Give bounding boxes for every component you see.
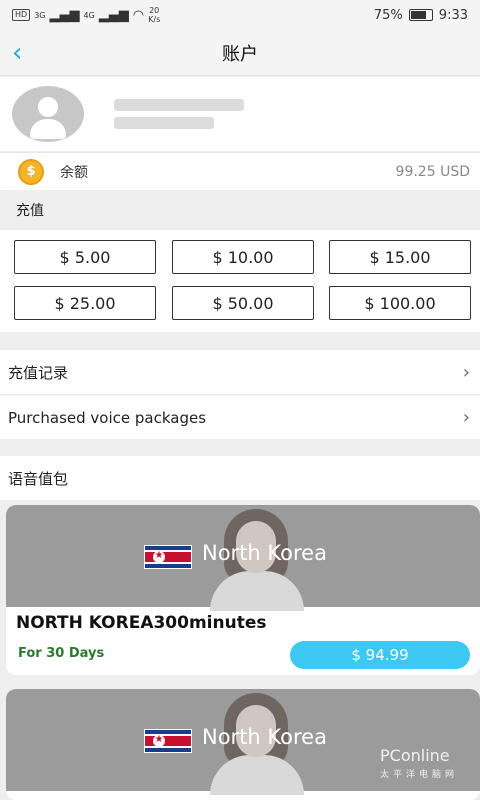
battery-icon (408, 9, 433, 21)
chevron-right-icon: › (462, 361, 470, 383)
balance-label: 余额 (60, 164, 88, 181)
balance-row: $ 余额 99.25 USD (0, 152, 480, 190)
recharge-grid: $ 5.00 $ 10.00 $ 15.00 $ 25.00 $ 50.00 $… (0, 230, 480, 332)
recharge-100-button[interactable]: $ 100.00 (329, 286, 471, 320)
buy-price-button[interactable]: $ 94.99 (290, 641, 470, 669)
packages-section-title: 语音值包 (0, 456, 480, 500)
profile-section (0, 77, 480, 151)
watermark-sub: 太平洋电脑网 (380, 770, 459, 780)
clock: 9:33 (438, 7, 468, 23)
battery-percent: 75% (373, 7, 403, 23)
watermark-brand: PConline (380, 746, 450, 765)
recharge-5-button[interactable]: $ 5.00 (14, 240, 156, 274)
status-right: 75% 9:33 (374, 8, 468, 23)
north-korea-flag-icon: ★ (144, 729, 192, 753)
pconline-watermark: PConline 太平洋电脑网 (380, 746, 458, 780)
package-banner: ★ North Korea (6, 505, 480, 611)
signal-bars-icon-2: ▂▄▆ (98, 7, 129, 23)
status-bar: HD 3G ▂▄▆ 4G ▂▄▆ ◠ 20 K/s 75% 9:33 (0, 0, 480, 30)
signal-bars-icon: ▂▄▆ (49, 7, 80, 23)
status-left: HD 3G ▂▄▆ 4G ▂▄▆ ◠ 20 K/s (12, 6, 160, 24)
menu-recharge-history[interactable]: 充值记录 › (0, 350, 480, 394)
north-korea-flag-icon: ★ (144, 545, 192, 569)
chevron-right-icon: › (462, 407, 470, 428)
nav-bar: ‹ 账户 (0, 30, 480, 76)
package-country: North Korea (202, 541, 327, 565)
package-name: NORTH KOREA300minutes (16, 613, 267, 633)
recharge-25-button[interactable]: $ 25.00 (14, 286, 156, 320)
signal-3g-icon: 3G (34, 10, 46, 20)
package-card[interactable]: ★ North Korea NORTH KOREA300minutes For … (6, 505, 480, 675)
menu-label: 充值记录 (8, 363, 69, 382)
signal-4g-icon: 4G (83, 10, 95, 20)
network-speed: 20 K/s (148, 6, 161, 24)
back-arrow-icon[interactable]: ‹ (12, 40, 32, 66)
package-duration: For 30 Days (18, 646, 105, 661)
recharge-50-button[interactable]: $ 50.00 (172, 286, 314, 320)
recharge-section-title: 充值 (0, 190, 480, 230)
page-title: 账户 (222, 43, 258, 65)
hd-indicator: HD (12, 9, 31, 21)
coin-icon: $ (18, 158, 44, 185)
menu-label: Purchased voice packages (8, 408, 207, 427)
package-country: North Korea (202, 725, 327, 749)
blurred-username (114, 99, 244, 129)
recharge-10-button[interactable]: $ 10.00 (172, 240, 314, 274)
wifi-icon: ◠ (132, 7, 145, 23)
avatar[interactable] (12, 86, 84, 142)
menu-purchased-voice-packages[interactable]: Purchased voice packages › (0, 395, 480, 439)
package-card-2[interactable]: ★ North Korea (6, 689, 480, 800)
recharge-15-button[interactable]: $ 15.00 (329, 240, 471, 274)
balance-amount: 99.25 USD (395, 163, 470, 180)
